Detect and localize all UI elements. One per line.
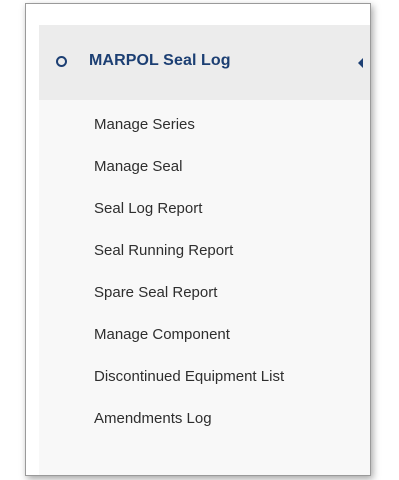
circle-outline-icon: [56, 56, 67, 67]
submenu-list: Manage Series Manage Seal Seal Log Repor…: [39, 100, 370, 475]
menu-group-title: MARPOL Seal Log: [89, 52, 231, 69]
menu-group-marpol-seal-log[interactable]: MARPOL Seal Log: [39, 25, 370, 100]
submenu-item-seal-log-report[interactable]: Seal Log Report: [94, 200, 202, 217]
sidebar-menu-panel: MARPOL Seal Log Manage Series Manage Sea…: [25, 3, 371, 476]
submenu-item-manage-seal[interactable]: Manage Seal: [94, 158, 182, 175]
submenu-item-manage-series[interactable]: Manage Series: [94, 116, 195, 133]
submenu-item-discontinued-equipment-list[interactable]: Discontinued Equipment List: [94, 368, 284, 385]
submenu-item-spare-seal-report[interactable]: Spare Seal Report: [94, 284, 217, 301]
submenu-item-seal-running-report[interactable]: Seal Running Report: [94, 242, 233, 259]
caret-left-icon[interactable]: [358, 58, 363, 68]
submenu-item-amendments-log[interactable]: Amendments Log: [94, 410, 212, 427]
submenu-item-manage-component[interactable]: Manage Component: [94, 326, 230, 343]
